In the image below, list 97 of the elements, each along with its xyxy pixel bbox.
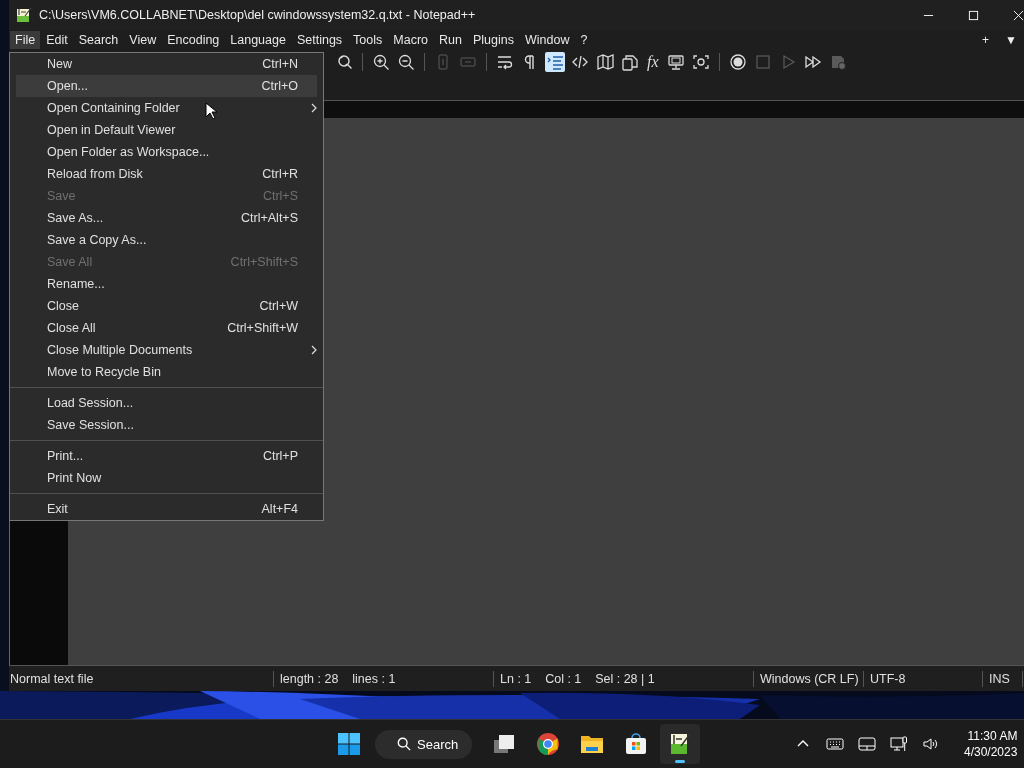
close-icon[interactable] [1013,9,1024,21]
menu-item[interactable]: Open Folder as Workspace... [16,141,317,163]
network-icon[interactable] [890,736,908,753]
shortcut-text: Ctrl+Shift+W [227,321,298,335]
menu-item[interactable]: Search [73,31,124,49]
menu-item[interactable]: File [10,31,41,49]
monitor-icon[interactable] [665,52,686,72]
status-text: INS [983,671,1023,687]
map-icon[interactable] [595,52,615,72]
menu-item[interactable]: Open... Ctrl+O [16,75,317,97]
menu-item-label: Close All [47,321,96,335]
taskbar-app[interactable] [660,724,701,765]
menu-item-label: Exit [47,502,68,516]
menu-item[interactable]: Close Multiple Documents [16,339,317,361]
shortcut-text: Ctrl+N [262,57,298,71]
menu-item-label: Save Session... [47,418,134,432]
menu-item[interactable]: Language [225,31,291,49]
touchpad-icon[interactable] [858,736,876,753]
menu-button[interactable]: ▼ [1005,33,1017,47]
menu-item-label: New [47,57,72,71]
shortcut-text: Ctrl+W [259,299,298,313]
maximize-icon[interactable] [968,9,979,21]
menu-item-label: Save a Copy As... [47,233,147,247]
menu-item[interactable]: Edit [41,31,73,49]
window-title: C:\Users\VM6.COLLABNET\Desktop\del cwindowssystem32.q.txt - Notepad++ [39,8,476,22]
status-text: Ln : 1 Col : 1 Sel : 28 | 1 [494,671,754,687]
clock-date: 4/30/2023 [964,744,1018,761]
shortcut-text: Ctrl+R [262,167,298,181]
menu-item[interactable]: Tools [348,31,388,49]
shortcut-text: Ctrl+Shift+S [230,255,298,269]
menu-item[interactable]: Open in Default Viewer [16,119,317,141]
menu-item-label: Move to Recycle Bin [47,365,161,379]
notepad-icon [668,732,693,757]
menu-item-label: Reload from Disk [47,167,143,181]
search-button[interactable]: Search [375,729,473,759]
camera-icon[interactable] [690,52,711,72]
clock[interactable]: 11:30 AM 4/30/2023 [964,728,1018,761]
menu-item-label: Print... [47,449,84,463]
browser-icon [536,732,561,757]
menu-item-label: Open Folder as Workspace... [47,145,210,159]
menu-item[interactable]: Exit Alt+F4 [16,498,317,520]
menu-item[interactable]: View [124,31,162,49]
menu-item[interactable]: Move to Recycle Bin [16,361,317,383]
menu-item[interactable]: Print... Ctrl+P [16,445,317,467]
indent-guide-icon[interactable] [545,52,565,72]
status-text: length : 28 lines : 1 [274,671,494,687]
zoom-out-icon[interactable] [396,52,416,72]
shortcut-text: Alt+F4 [261,502,298,516]
menu-item[interactable]: Encoding [162,31,225,49]
clock-time: 11:30 AM [967,728,1018,745]
menu-item[interactable]: ? [575,31,593,49]
status-text: Normal text file [9,671,274,687]
menu-item-label: Open Containing Folder [47,101,180,115]
menu-item[interactable]: Save As... Ctrl+Alt+S [16,207,317,229]
shortcut-text: Ctrl+Alt+S [241,211,298,225]
start-icon[interactable] [337,732,361,757]
menu-item[interactable]: Macro [388,31,434,49]
mouse-pointer-icon [205,102,217,120]
menu-item[interactable]: Settings [291,31,348,49]
menu-item-label: Load Session... [47,396,134,410]
menu-item[interactable]: Open Containing Folder [16,97,317,119]
menu-item-label: Open in Default Viewer [47,123,176,137]
status-text: UTF-8 [864,671,983,687]
menu-item[interactable]: Run [434,31,467,49]
shortcut-text: Ctrl+S [262,189,298,203]
menu-item[interactable]: Plugins [467,31,519,49]
menu-item[interactable]: Reload from Disk Ctrl+R [16,163,317,185]
documents-icon[interactable] [620,52,640,72]
menu-item[interactable]: Load Session... [16,392,317,414]
search-icon [397,737,411,752]
menu-item[interactable]: Window [519,31,575,49]
menu-button[interactable]: + [982,33,990,47]
menu-item[interactable]: Close All Ctrl+Shift+W [16,317,317,339]
volume-icon[interactable] [922,736,940,753]
menu-item-label: Save As... [47,211,104,225]
menu-item[interactable]: Rename... [16,273,317,295]
menu-item-label: Close [47,299,79,313]
shortcut-text: Ctrl+P [262,449,298,463]
shortcut-text: Ctrl+O [261,79,298,93]
menu-item-label: Save [47,189,76,203]
menu-item[interactable]: Save Session... [16,414,317,436]
menu-item-label: Open... [47,79,88,93]
menu-item[interactable]: Print Now [16,467,317,489]
menu-item-label: Print Now [47,471,102,485]
record-icon[interactable] [727,52,748,72]
function-list-button[interactable]: fx [645,52,661,72]
store-icon [624,732,649,757]
menu-item[interactable]: New Ctrl+N [16,53,317,75]
status-text: Windows (CR LF) [754,671,864,687]
keyboard-icon[interactable] [826,736,844,753]
menu-item-label: Rename... [47,277,105,291]
menu-item[interactable]: Close Ctrl+W [16,295,317,317]
menu-item-label: Close Multiple Documents [47,343,193,357]
menu-item[interactable]: Save a Copy As... [16,229,317,251]
zoom-in-icon[interactable] [371,52,391,72]
notepad-icon [16,7,32,23]
menu-item-label: Save All [47,255,93,269]
